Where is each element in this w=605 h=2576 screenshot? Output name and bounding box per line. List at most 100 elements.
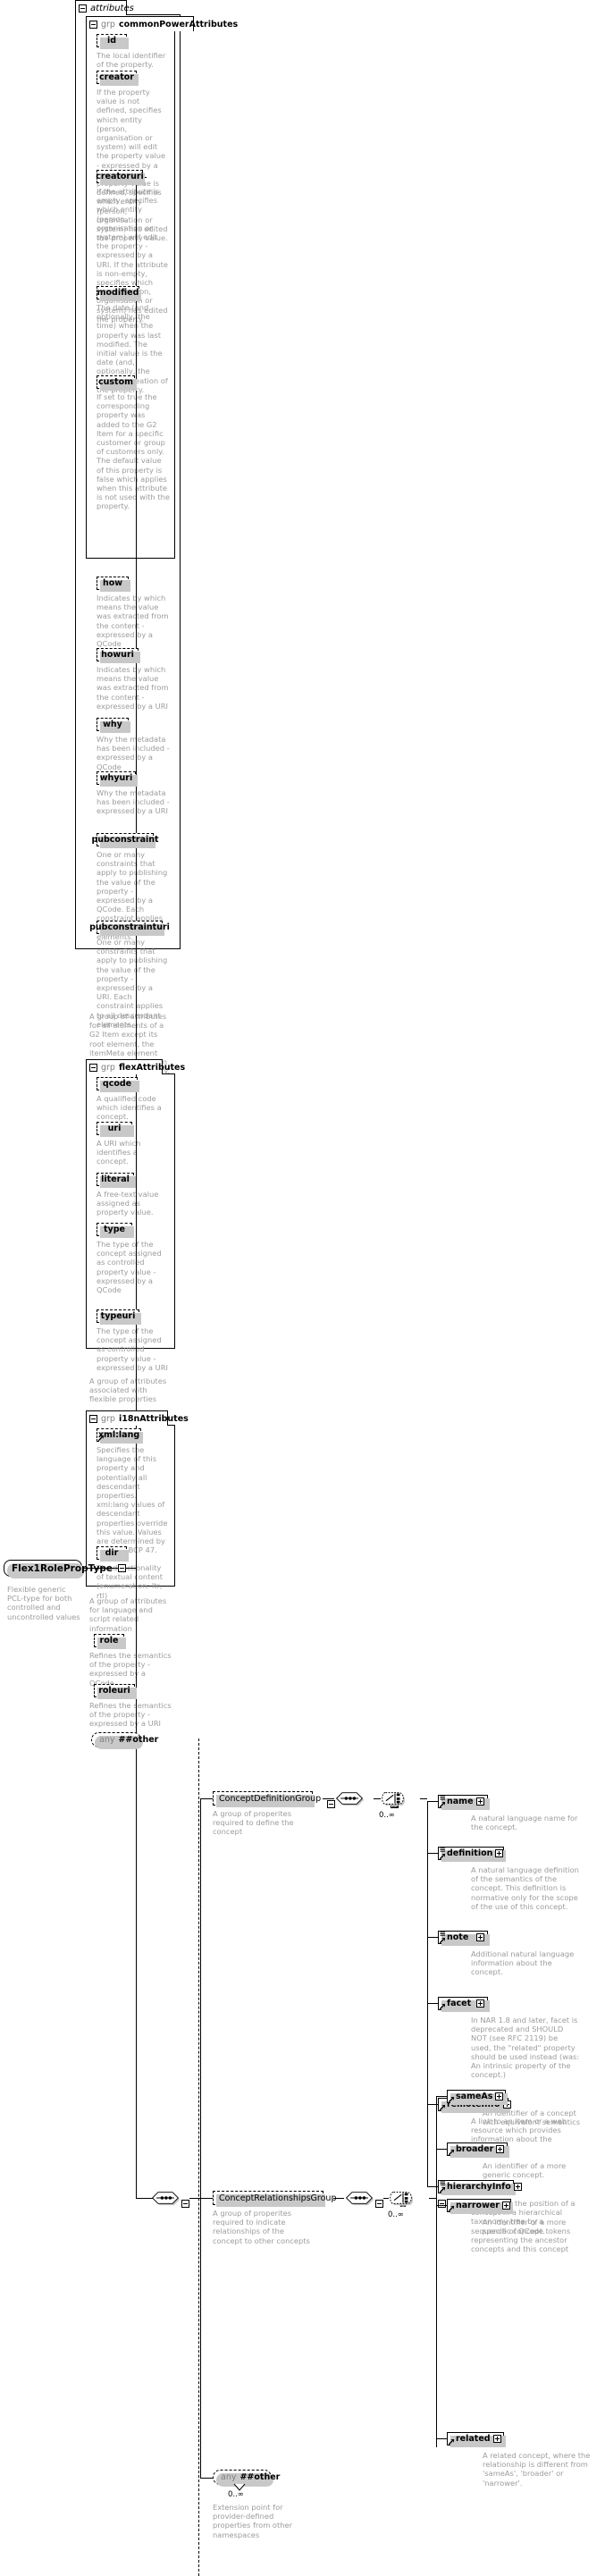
element-related[interactable]: related xyxy=(447,2432,506,2447)
root-type-box[interactable]: Flex1RolePropType xyxy=(4,1560,126,1578)
element-doc-name: A natural language name for the concept. xyxy=(471,1814,578,1832)
group-name: flexAttributes xyxy=(118,1062,186,1073)
element-note[interactable]: note xyxy=(438,1931,490,1946)
group-tab-commonPowerAttributes[interactable]: grp commonPowerAttributes xyxy=(86,16,238,31)
attribute-whyuri[interactable]: whyuri xyxy=(97,771,138,787)
expand-icon[interactable] xyxy=(476,1797,484,1806)
group-ref-label: ConceptRelationshipsGroup xyxy=(219,2193,337,2203)
attribute-qcode[interactable]: qcode xyxy=(97,1077,139,1092)
any-keyword: any xyxy=(221,2472,237,2482)
group-ref-collapse-icon[interactable] xyxy=(375,2200,384,2208)
attributes-tab-label: attributes xyxy=(90,3,134,13)
sequence-collapse-icon[interactable] xyxy=(181,2200,189,2208)
connector xyxy=(189,2198,200,2199)
connector xyxy=(200,1798,201,2478)
choice-compositor-icon[interactable] xyxy=(389,2189,417,2207)
expand-icon[interactable] xyxy=(495,1849,504,1857)
connector xyxy=(200,2478,213,2479)
expand-icon[interactable] xyxy=(495,2092,504,2100)
attribute-doc-roleuri: Refines the semantics of the property - … xyxy=(89,1701,172,1729)
connector xyxy=(427,1853,438,1854)
element-facet[interactable]: facet xyxy=(438,1997,490,2012)
inherited-arrow-icon xyxy=(449,2097,454,2102)
inherited-arrow-icon xyxy=(449,2150,454,2155)
attribute-role[interactable]: role xyxy=(94,1634,126,1649)
attribute-creatoruri[interactable]: creatoruri xyxy=(96,170,145,185)
attribute-how[interactable]: how xyxy=(97,577,130,592)
sequence-compositor-icon[interactable] xyxy=(334,1790,365,1806)
inherited-arrow-icon xyxy=(440,1854,445,1859)
inherited-arrow-icon xyxy=(449,2206,454,2211)
collapse-icon[interactable] xyxy=(79,4,87,13)
element-broader[interactable]: broader xyxy=(447,2142,509,2158)
unbounded-marker-icon xyxy=(233,2484,246,2491)
connector xyxy=(436,2205,447,2206)
content-guide-line xyxy=(198,1738,199,2576)
sequence-compositor-icon[interactable] xyxy=(150,2190,181,2206)
expand-icon[interactable] xyxy=(496,2145,505,2153)
attribute-doc-whyuri: Why the metadata has been included - exp… xyxy=(97,788,170,816)
sequence-collapse-icon[interactable] xyxy=(438,2200,447,2208)
attribute-doc-xml-lang: Specifies the language of this property … xyxy=(97,1445,168,1555)
attribute-roleuri[interactable]: roleuri xyxy=(94,1684,137,1699)
collapse-icon[interactable] xyxy=(118,1564,126,1572)
connector xyxy=(427,1801,438,1802)
expand-icon[interactable] xyxy=(476,1933,484,1941)
attribute-doc-howuri: Indicates by which means the value was e… xyxy=(97,665,169,711)
attribute-any-other[interactable]: any ##other xyxy=(91,1732,158,1749)
occurrence-content-any: 0..∞ xyxy=(228,2490,244,2499)
element-label: facet xyxy=(447,1999,472,2008)
element-narrower[interactable]: narrower xyxy=(447,2199,513,2214)
attribute-uri[interactable]: uri xyxy=(97,1122,134,1137)
element-name[interactable]: name xyxy=(438,1795,490,1810)
group-tab-i18nAttributes[interactable]: grp i18nAttributes xyxy=(86,1410,189,1426)
element-definition[interactable]: definition xyxy=(438,1847,506,1862)
connector xyxy=(200,2198,213,2199)
attribute-howuri[interactable]: howuri xyxy=(97,648,140,663)
attribute-pubconstraint[interactable]: pubconstraint xyxy=(91,833,159,848)
attribute-type[interactable]: type xyxy=(97,1223,134,1238)
group-ref-ConceptDefinitionGroup[interactable]: ConceptDefinitionGroup xyxy=(213,1791,321,1807)
collapse-icon[interactable] xyxy=(89,1063,97,1072)
group-ref-ConceptRelationshipsGroup[interactable]: ConceptRelationshipsGroup xyxy=(213,2191,336,2207)
attribute-typeuri[interactable]: typeuri xyxy=(97,1309,141,1325)
attribute-modified[interactable]: modified xyxy=(97,286,141,301)
attribute-pubconstrainturi[interactable]: pubconstrainturi xyxy=(89,921,170,936)
inherited-arrow-icon xyxy=(440,2004,445,2009)
any-namespace: ##other xyxy=(239,2472,281,2482)
attributes-tab[interactable]: attributes xyxy=(75,0,134,15)
attribute-dir[interactable]: dir xyxy=(97,1546,129,1562)
collapse-icon[interactable] xyxy=(89,1414,97,1423)
group-keyword: grp xyxy=(101,1413,115,1424)
group-doc-flexAttributes: A group of attributes associated with fl… xyxy=(89,1376,167,1404)
collapse-icon[interactable] xyxy=(89,20,97,29)
connector xyxy=(436,2438,447,2439)
element-sameAs[interactable]: sameAs xyxy=(447,2090,508,2105)
attribute-creator[interactable]: creator xyxy=(97,71,139,86)
any-namespace: ##other xyxy=(118,1735,159,1745)
group-ref-label: ConceptDefinitionGroup xyxy=(219,1793,322,1804)
content-any-other[interactable]: any ##other xyxy=(213,2470,280,2487)
element-label: sameAs xyxy=(456,2092,493,2101)
attribute-doc-uri: A URI which identifies a concept. xyxy=(97,1139,141,1166)
sequence-compositor-icon[interactable] xyxy=(344,2190,374,2206)
expand-icon[interactable] xyxy=(513,2183,522,2191)
group-tab-flexAttributes[interactable]: grp flexAttributes xyxy=(86,1059,185,1074)
expand-icon[interactable] xyxy=(501,2201,510,2210)
group-keyword: grp xyxy=(101,19,115,29)
attribute-custom[interactable]: custom xyxy=(97,375,137,391)
expand-icon[interactable] xyxy=(492,2435,501,2443)
inherited-arrow-icon xyxy=(440,2187,445,2193)
expand-icon[interactable] xyxy=(476,1999,484,2008)
element-hierarchyInfo[interactable]: hierarchyInfo xyxy=(438,2180,522,2195)
annotation-icon xyxy=(440,2181,446,2185)
attribute-literal[interactable]: literal xyxy=(97,1173,136,1188)
attribute-id[interactable]: id xyxy=(97,34,129,49)
schema-diagram-canvas: attributes grp commonPowerAttributes id … xyxy=(0,0,605,2576)
attribute-doc-literal: A free-text value assigned as property v… xyxy=(97,1190,159,1217)
connector xyxy=(136,177,137,2199)
root-type-name: Flex1RolePropType xyxy=(12,1562,113,1574)
attribute-why[interactable]: why xyxy=(97,718,130,733)
attribute-xml-lang[interactable]: xml:lang xyxy=(97,1428,143,1444)
choice-compositor-icon[interactable] xyxy=(381,1789,409,1807)
